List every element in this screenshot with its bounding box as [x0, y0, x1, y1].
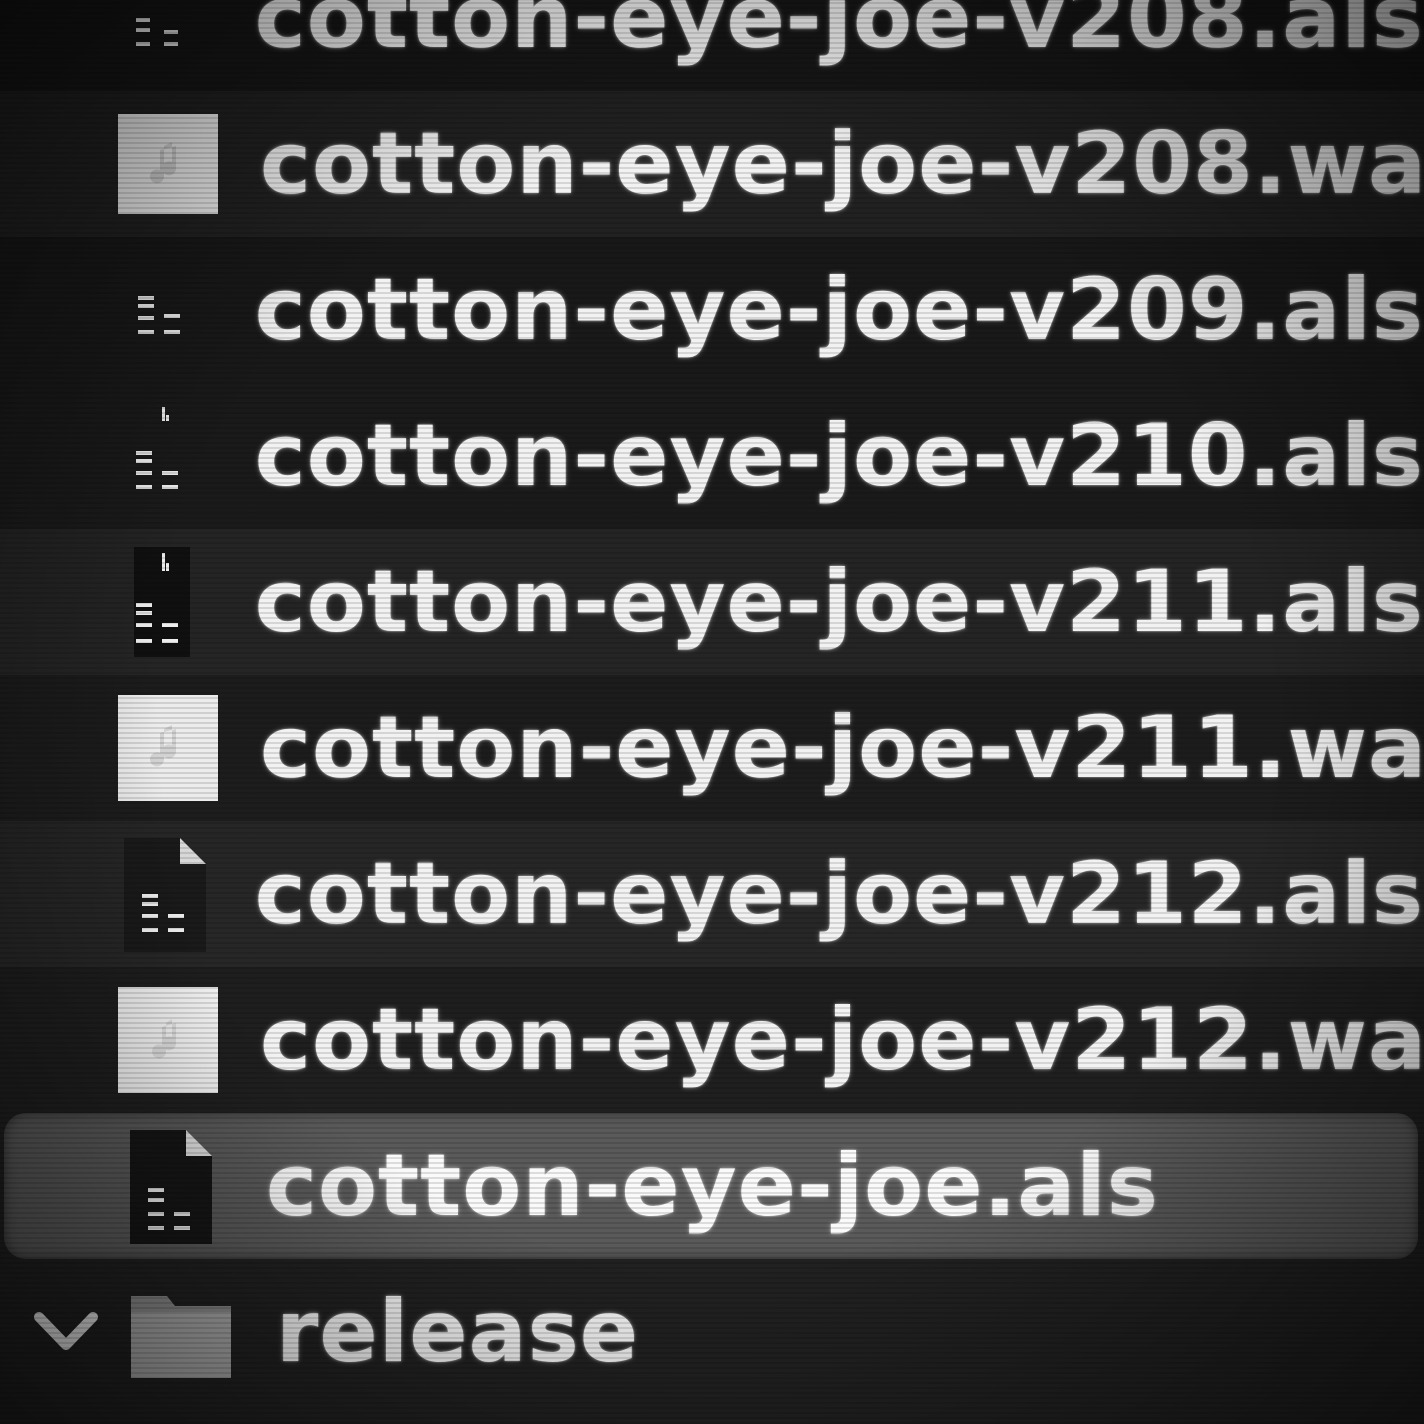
file-row[interactable]: cotton-eye-joe-v208.wav — [0, 91, 1424, 237]
file-name: cotton-eye-joe-v208.als — [254, 0, 1424, 68]
audio-file-icon — [116, 109, 220, 219]
ableton-project-icon — [116, 0, 215, 73]
audio-file-icon — [116, 693, 220, 803]
ableton-project-icon — [116, 547, 215, 657]
finder-window: cotton-eye-joe-v208.als cotton-eye-joe-v… — [0, 0, 1424, 1424]
ableton-project-icon — [116, 1130, 226, 1244]
audio-file-icon — [116, 985, 220, 1095]
ableton-project-icon — [116, 255, 215, 365]
folder-icon — [126, 1277, 236, 1387]
chevron-down-icon[interactable] — [16, 1282, 116, 1382]
file-list: cotton-eye-joe-v208.als cotton-eye-joe-v… — [0, 0, 1424, 1405]
file-row[interactable]: cotton-eye-joe-v211.wav — [0, 675, 1424, 821]
ableton-project-icon — [116, 838, 215, 952]
file-row-selected[interactable]: cotton-eye-joe.als — [4, 1113, 1418, 1259]
file-name: cotton-eye-joe.als — [266, 1136, 1159, 1236]
file-name: cotton-eye-joe-v212.als — [254, 844, 1424, 944]
file-name: cotton-eye-joe-v212.wav — [260, 990, 1424, 1090]
file-row[interactable]: cotton-eye-joe-v209.als — [0, 237, 1424, 383]
file-name: cotton-eye-joe-v208.wav — [260, 114, 1424, 214]
file-name: cotton-eye-joe-v209.als — [254, 260, 1424, 360]
file-name: cotton-eye-joe-v210.als — [254, 406, 1424, 506]
ableton-project-icon — [116, 401, 215, 511]
folder-name: release — [276, 1282, 640, 1382]
file-row[interactable]: cotton-eye-joe-v212.als — [0, 821, 1424, 967]
file-row[interactable]: cotton-eye-joe-v208.als — [0, 0, 1424, 91]
folder-row-release[interactable]: release — [0, 1259, 1424, 1405]
file-row[interactable]: cotton-eye-joe-v212.wav — [0, 967, 1424, 1113]
file-name: cotton-eye-joe-v211.wav — [260, 698, 1424, 798]
file-name: cotton-eye-joe-v211.als — [254, 552, 1424, 652]
file-row[interactable]: cotton-eye-joe-v210.als — [0, 383, 1424, 529]
file-row[interactable]: cotton-eye-joe-v211.als — [0, 529, 1424, 675]
